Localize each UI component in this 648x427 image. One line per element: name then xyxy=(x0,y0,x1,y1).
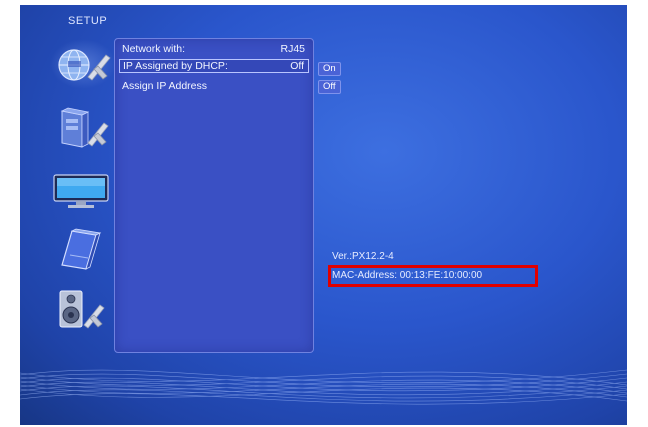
screen-title: SETUP xyxy=(68,15,108,27)
mac-address-highlight-box xyxy=(328,265,538,287)
menu-row-network-with[interactable]: Network with: RJ45 xyxy=(119,42,309,56)
menu-row-label: IP Assigned by DHCP: xyxy=(123,60,228,72)
category-sidebar xyxy=(48,39,120,351)
menu-row-ip-dhcp[interactable]: IP Assigned by DHCP: Off xyxy=(119,59,309,73)
menu-row-value: RJ45 xyxy=(280,43,305,55)
option-on-button[interactable]: On xyxy=(318,62,341,76)
setup-screen: SETUP Network with: RJ45 IP Assigned by … xyxy=(20,5,627,425)
option-off-button[interactable]: Off xyxy=(318,80,341,94)
audio-settings-icon[interactable] xyxy=(48,285,118,333)
menu-row-label: Assign IP Address xyxy=(122,80,208,92)
network-menu-panel: Network with: RJ45 IP Assigned by DHCP: … xyxy=(114,38,314,353)
version-text: Ver.:PX12.2-4 xyxy=(332,251,394,262)
network-settings-icon[interactable] xyxy=(48,39,118,89)
menu-row-label: Network with: xyxy=(122,43,186,55)
video-settings-icon[interactable] xyxy=(48,165,118,213)
menu-row-value: Off xyxy=(290,60,304,72)
decorative-waves xyxy=(20,369,627,405)
system-settings-icon[interactable] xyxy=(48,103,118,151)
menu-row-assign-ip[interactable]: Assign IP Address xyxy=(119,79,309,93)
preferences-settings-icon[interactable] xyxy=(48,225,118,273)
